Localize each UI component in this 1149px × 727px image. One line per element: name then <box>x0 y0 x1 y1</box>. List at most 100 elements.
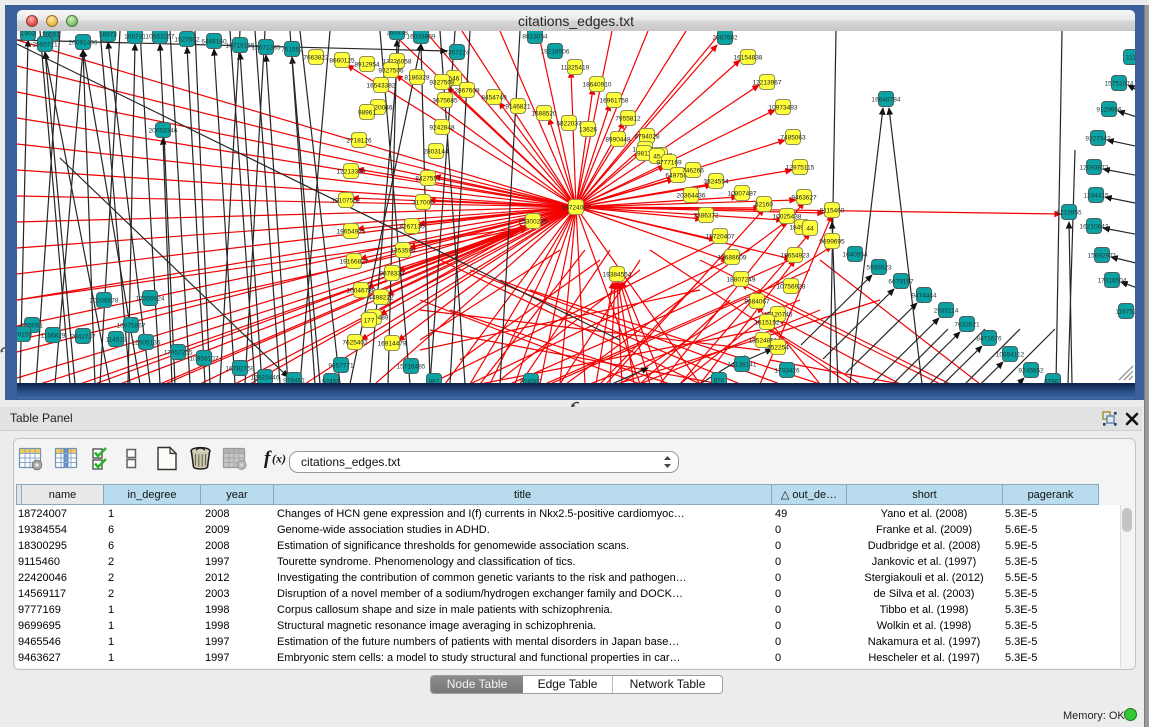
svg-text:9227342: 9227342 <box>1085 136 1111 143</box>
svg-text:1615152: 1615152 <box>754 320 780 327</box>
svg-text:9777169: 9777169 <box>656 160 682 167</box>
svg-text:25300235: 25300235 <box>519 219 548 226</box>
svg-text:111: 111 <box>1126 55 1135 62</box>
svg-text:7357224: 7357224 <box>444 50 470 57</box>
svg-text:14136141: 14136141 <box>728 362 757 369</box>
svg-text:15751074: 15751074 <box>1105 81 1134 88</box>
svg-text:10046738: 10046738 <box>347 288 376 295</box>
svg-text:8471676: 8471676 <box>976 336 1002 343</box>
svg-text:177: 177 <box>364 318 375 325</box>
svg-text:9699695: 9699695 <box>819 239 845 246</box>
svg-text:2718126: 2718126 <box>346 138 372 145</box>
svg-text:10654112: 10654112 <box>996 352 1025 359</box>
svg-text:8878334: 8878334 <box>379 271 405 278</box>
svg-text:20091406: 20091406 <box>69 40 98 47</box>
svg-text:44: 44 <box>806 226 814 233</box>
svg-text:19654925: 19654925 <box>337 229 366 236</box>
svg-text:9327506: 9327506 <box>378 68 404 75</box>
svg-text:87961: 87961 <box>1044 379 1062 384</box>
svg-text:8660125: 8660125 <box>329 58 355 65</box>
svg-text:39159: 39159 <box>17 332 32 339</box>
svg-text:20206578: 20206578 <box>90 298 119 305</box>
svg-text:12213369: 12213369 <box>337 169 366 176</box>
svg-text:6794028: 6794028 <box>634 134 660 141</box>
svg-text:9657771: 9657771 <box>328 363 354 370</box>
svg-text:12213967: 12213967 <box>753 80 782 87</box>
svg-text:16973: 16973 <box>99 32 117 39</box>
svg-text:15692971: 15692971 <box>1088 253 1117 260</box>
svg-text:9129966: 9129966 <box>1096 107 1122 114</box>
svg-text:7625402: 7625402 <box>342 340 368 347</box>
svg-text:751552: 751552 <box>281 47 303 54</box>
svg-text:17016504: 17016504 <box>1098 278 1127 285</box>
svg-text:2942737: 2942737 <box>70 334 96 341</box>
svg-text:3824554: 3824554 <box>703 179 729 186</box>
svg-text:18807249: 18807249 <box>727 277 756 284</box>
svg-text:13626: 13626 <box>579 127 597 134</box>
svg-text:962: 962 <box>429 379 440 384</box>
svg-text:8990448: 8990448 <box>605 137 631 144</box>
svg-text:317006: 317006 <box>412 200 434 207</box>
svg-text:16210643: 16210643 <box>1080 224 1109 231</box>
svg-text:18724007: 18724007 <box>562 205 591 212</box>
svg-text:12923446: 12923446 <box>251 375 280 382</box>
svg-text:7386372: 7386372 <box>693 213 719 220</box>
svg-text:16671385: 16671385 <box>252 45 281 52</box>
svg-text:109731: 109731 <box>124 34 146 41</box>
svg-text:924502: 924502 <box>520 379 542 384</box>
svg-text:9463627: 9463627 <box>791 195 817 202</box>
svg-text:10975867: 10975867 <box>117 323 146 330</box>
svg-text:5958923: 5958923 <box>866 265 892 272</box>
svg-text:9245652: 9245652 <box>1018 368 1044 375</box>
svg-text:18640910: 18640910 <box>583 82 612 89</box>
svg-text:3675685: 3675685 <box>432 98 458 105</box>
svg-text:1244415: 1244415 <box>1083 193 1109 200</box>
svg-text:252254: 252254 <box>767 345 789 352</box>
svg-text:62160: 62160 <box>755 202 773 209</box>
svg-text:7955812: 7955812 <box>615 116 641 123</box>
svg-text:876: 876 <box>714 378 725 384</box>
svg-text:16648784: 16648784 <box>872 97 901 104</box>
svg-text:11325419: 11325419 <box>561 65 590 72</box>
svg-text:7632621: 7632621 <box>954 322 980 329</box>
svg-text:1640954: 1640954 <box>842 252 868 259</box>
svg-text:2055721: 2055721 <box>32 42 58 49</box>
svg-text:1527602: 1527602 <box>174 37 200 44</box>
svg-text:114519: 114519 <box>105 337 127 344</box>
svg-text:160338: 160338 <box>386 31 408 37</box>
svg-text:9242848: 9242848 <box>429 125 455 132</box>
svg-text:10958107: 10958107 <box>190 356 219 363</box>
svg-text:10973493: 10973493 <box>769 105 798 112</box>
svg-text:f: f <box>264 448 272 469</box>
svg-text:1733426: 1733426 <box>774 368 800 375</box>
svg-text:20364436: 20364436 <box>677 193 706 200</box>
svg-text:2867608: 2867608 <box>454 88 480 95</box>
svg-text:17957255: 17957255 <box>164 350 193 357</box>
svg-text:19166827: 19166827 <box>340 259 369 266</box>
svg-text:16914479: 16914479 <box>378 341 407 348</box>
svg-text:15716485: 15716485 <box>397 364 426 371</box>
svg-text:92450: 92450 <box>322 379 340 384</box>
svg-text:2803144: 2803144 <box>423 149 449 156</box>
svg-text:2087682: 2087682 <box>712 35 738 42</box>
svg-text:978461: 978461 <box>283 378 305 384</box>
svg-text:16154838: 16154838 <box>734 55 763 62</box>
svg-text:8215955: 8215955 <box>1056 210 1082 217</box>
svg-text:15720407: 15720407 <box>706 234 735 241</box>
svg-text:12093872: 12093872 <box>1080 165 1109 172</box>
svg-text:1156829: 1156829 <box>41 333 66 340</box>
svg-text:1588520: 1588520 <box>531 111 557 118</box>
svg-text:17359924: 17359924 <box>136 296 165 303</box>
svg-text:19218506: 19218506 <box>541 49 570 56</box>
svg-text:10653267: 10653267 <box>146 34 175 41</box>
svg-text:10756928: 10756928 <box>777 284 806 291</box>
svg-text:9684067: 9684067 <box>744 299 770 306</box>
svg-text:10688609: 10688609 <box>718 255 747 262</box>
svg-text:10107552: 10107552 <box>332 198 361 205</box>
svg-text:20053346: 20053346 <box>149 128 178 135</box>
svg-text:16782759: 16782759 <box>226 366 255 373</box>
svg-text:16033809: 16033809 <box>407 34 436 41</box>
svg-text:2935114: 2935114 <box>934 308 959 315</box>
svg-text:7485063: 7485063 <box>780 135 806 142</box>
svg-text:116753: 116753 <box>1115 309 1135 316</box>
